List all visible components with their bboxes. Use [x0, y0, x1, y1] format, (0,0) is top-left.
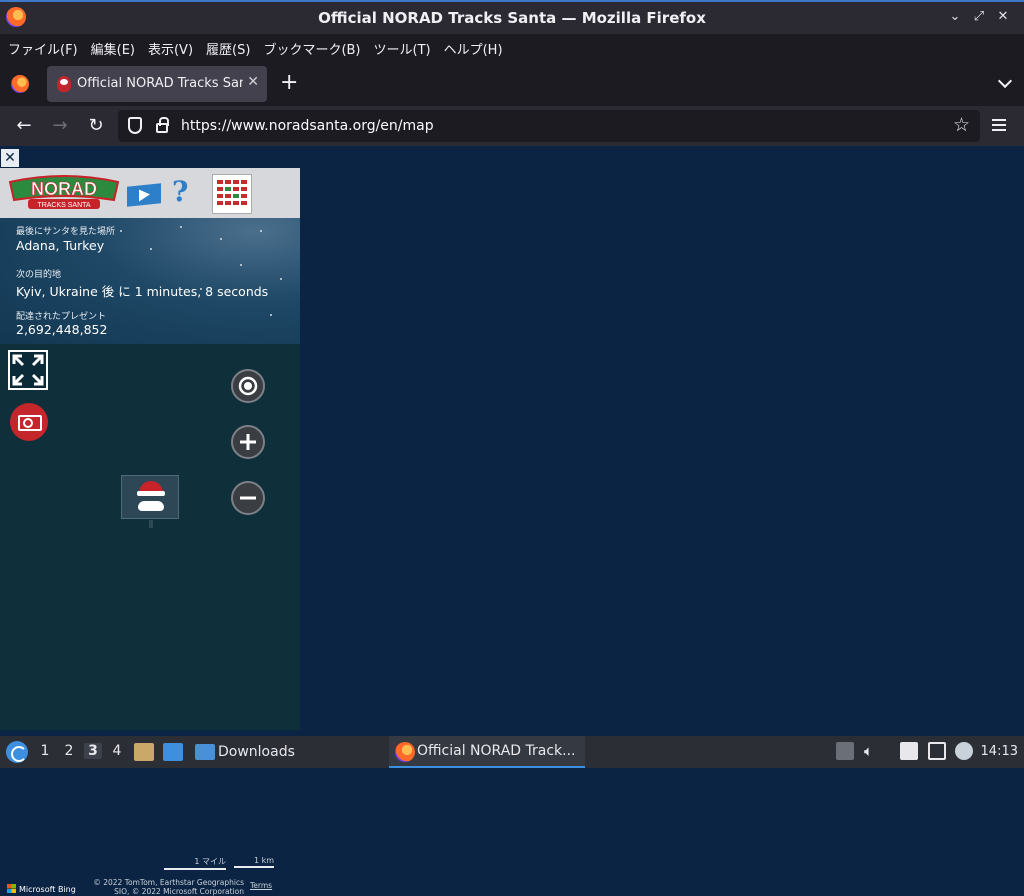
reload-icon[interactable]: ↻ [84, 114, 108, 138]
santa-status-box: 最後にサンタを見た場所 Adana, Turkey 次の目的地 Kyiv, Uk… [0, 218, 300, 344]
gifts-value: 2,692,448,852 [16, 322, 108, 337]
tracker-header: NORAD TRACKS SANTA ? [0, 168, 300, 218]
santa-location-marker-icon[interactable] [121, 475, 179, 528]
notification-icon[interactable] [955, 742, 973, 760]
terms-link[interactable]: Terms [250, 881, 272, 890]
santa-favicon-icon [57, 76, 71, 92]
last-seen-label: 最後にサンタを見た場所 [16, 227, 116, 237]
taskbar-window-label: Official NORAD Track... [417, 743, 576, 759]
next-stop-label: 次の目的地 [16, 270, 62, 280]
village-calendar-button[interactable] [212, 174, 252, 214]
taskbar: 1 2 3 4 Downloads Official NORAD Track..… [0, 736, 1024, 768]
scale-km: 1 km [234, 856, 274, 868]
last-seen-value: Adana, Turkey [16, 238, 105, 253]
next-stop-value: Kyiv, Ukraine 後 に 1 minutes, 8 seconds [16, 284, 269, 299]
file-manager-icon[interactable] [134, 743, 154, 761]
menu-file[interactable]: ファイル(F) [8, 39, 78, 58]
norad-logo[interactable]: NORAD TRACKS SANTA [6, 172, 122, 212]
tab-close-icon[interactable]: ✕ [247, 74, 259, 90]
folder-icon[interactable] [195, 744, 215, 760]
window-title: Official NORAD Tracks Santa — Mozilla Fi… [318, 9, 706, 27]
taskbar-firefox-window[interactable]: Official NORAD Track... [389, 736, 585, 768]
fullscreen-icon[interactable] [8, 350, 48, 390]
app-menu-icon[interactable] [992, 119, 1006, 131]
navigation-bar: ← → ↻ https://www.noradsanta.org/en/map … [0, 106, 1024, 146]
svg-text:TRACKS SANTA: TRACKS SANTA [37, 202, 90, 209]
svg-text:NORAD: NORAD [31, 179, 97, 199]
list-tabs-icon[interactable] [997, 73, 1013, 89]
menu-help[interactable]: ヘルプ(H) [444, 39, 503, 58]
clock: 14:13 [980, 744, 1018, 759]
panel-close-button[interactable]: ✕ [1, 149, 19, 167]
lock-icon[interactable] [156, 117, 169, 133]
menu-tools[interactable]: ツール(T) [374, 39, 431, 58]
menu-history[interactable]: 履歴(S) [206, 39, 250, 58]
locate-santa-icon[interactable] [231, 369, 265, 403]
downloads-launcher[interactable]: Downloads [218, 744, 295, 760]
new-tab-button[interactable]: + [280, 72, 298, 94]
tab-title: Official NORAD Tracks Santa [77, 76, 243, 91]
url-text[interactable]: https://www.noradsanta.org/en/map [181, 118, 434, 134]
back-icon[interactable]: ← [12, 114, 36, 138]
map-view[interactable]: 1 マイル 1 km Microsoft Bing © 2022 TomTom,… [0, 344, 300, 896]
menu-bookmarks[interactable]: ブックマーク(B) [263, 39, 360, 58]
bookmark-star-icon[interactable]: ☆ [953, 114, 970, 136]
show-desktop-icon[interactable] [163, 743, 183, 761]
volume-icon[interactable]: 🔈︎ [864, 742, 882, 760]
start-menu-icon[interactable] [6, 741, 28, 763]
url-bar[interactable]: https://www.noradsanta.org/en/map ☆ [118, 110, 980, 142]
workspace-2[interactable]: 2 [60, 743, 78, 759]
firefox-view-icon[interactable] [11, 75, 29, 93]
menu-bar: ファイル(F) 編集(E) 表示(V) 履歴(S) ブックマーク(B) ツール(… [0, 34, 1024, 62]
tracker-panel: NORAD TRACKS SANTA ? 最後にサンタを見た場所 Adana, … [0, 168, 300, 896]
workspace-4[interactable]: 4 [108, 743, 126, 759]
clipboard-icon[interactable] [836, 742, 854, 760]
page-content: ✕ NORAD TRACKS SANTA ? 最後にサンタを見た場所 Adana… [0, 146, 1024, 896]
zoom-out-icon[interactable] [231, 481, 265, 515]
zoom-in-icon[interactable] [231, 425, 265, 459]
tab-bar: Official NORAD Tracks Santa ✕ + [0, 62, 1024, 106]
help-button[interactable]: ? [172, 175, 188, 208]
window-titlebar: Official NORAD Tracks Santa — Mozilla Fi… [0, 0, 1024, 34]
tracking-protection-icon[interactable] [128, 117, 142, 134]
menu-view[interactable]: 表示(V) [148, 39, 193, 58]
network-icon[interactable] [928, 742, 946, 760]
gifts-label: 配達されたプレゼント [16, 312, 107, 322]
workspace-1[interactable]: 1 [36, 743, 54, 759]
notes-icon[interactable] [900, 742, 918, 760]
minimize-icon[interactable]: ⌄ [946, 8, 964, 26]
close-window-icon[interactable]: ✕ [994, 8, 1012, 26]
scale-miles: 1 マイル [164, 856, 226, 870]
map-copyright: © 2022 TomTom, Earthstar Geographics SIO… [93, 878, 244, 896]
forward-icon[interactable]: → [48, 114, 72, 138]
menu-edit[interactable]: 編集(E) [91, 39, 135, 58]
maximize-icon[interactable]: ⤢ [970, 8, 988, 26]
workspace-3[interactable]: 3 [84, 743, 102, 759]
tab-norad[interactable]: Official NORAD Tracks Santa ✕ [47, 66, 267, 102]
firefox-icon [395, 742, 415, 762]
santa-cam-icon[interactable] [10, 403, 48, 441]
bing-logo: Microsoft Bing [7, 884, 76, 894]
video-play-button[interactable] [127, 183, 161, 207]
